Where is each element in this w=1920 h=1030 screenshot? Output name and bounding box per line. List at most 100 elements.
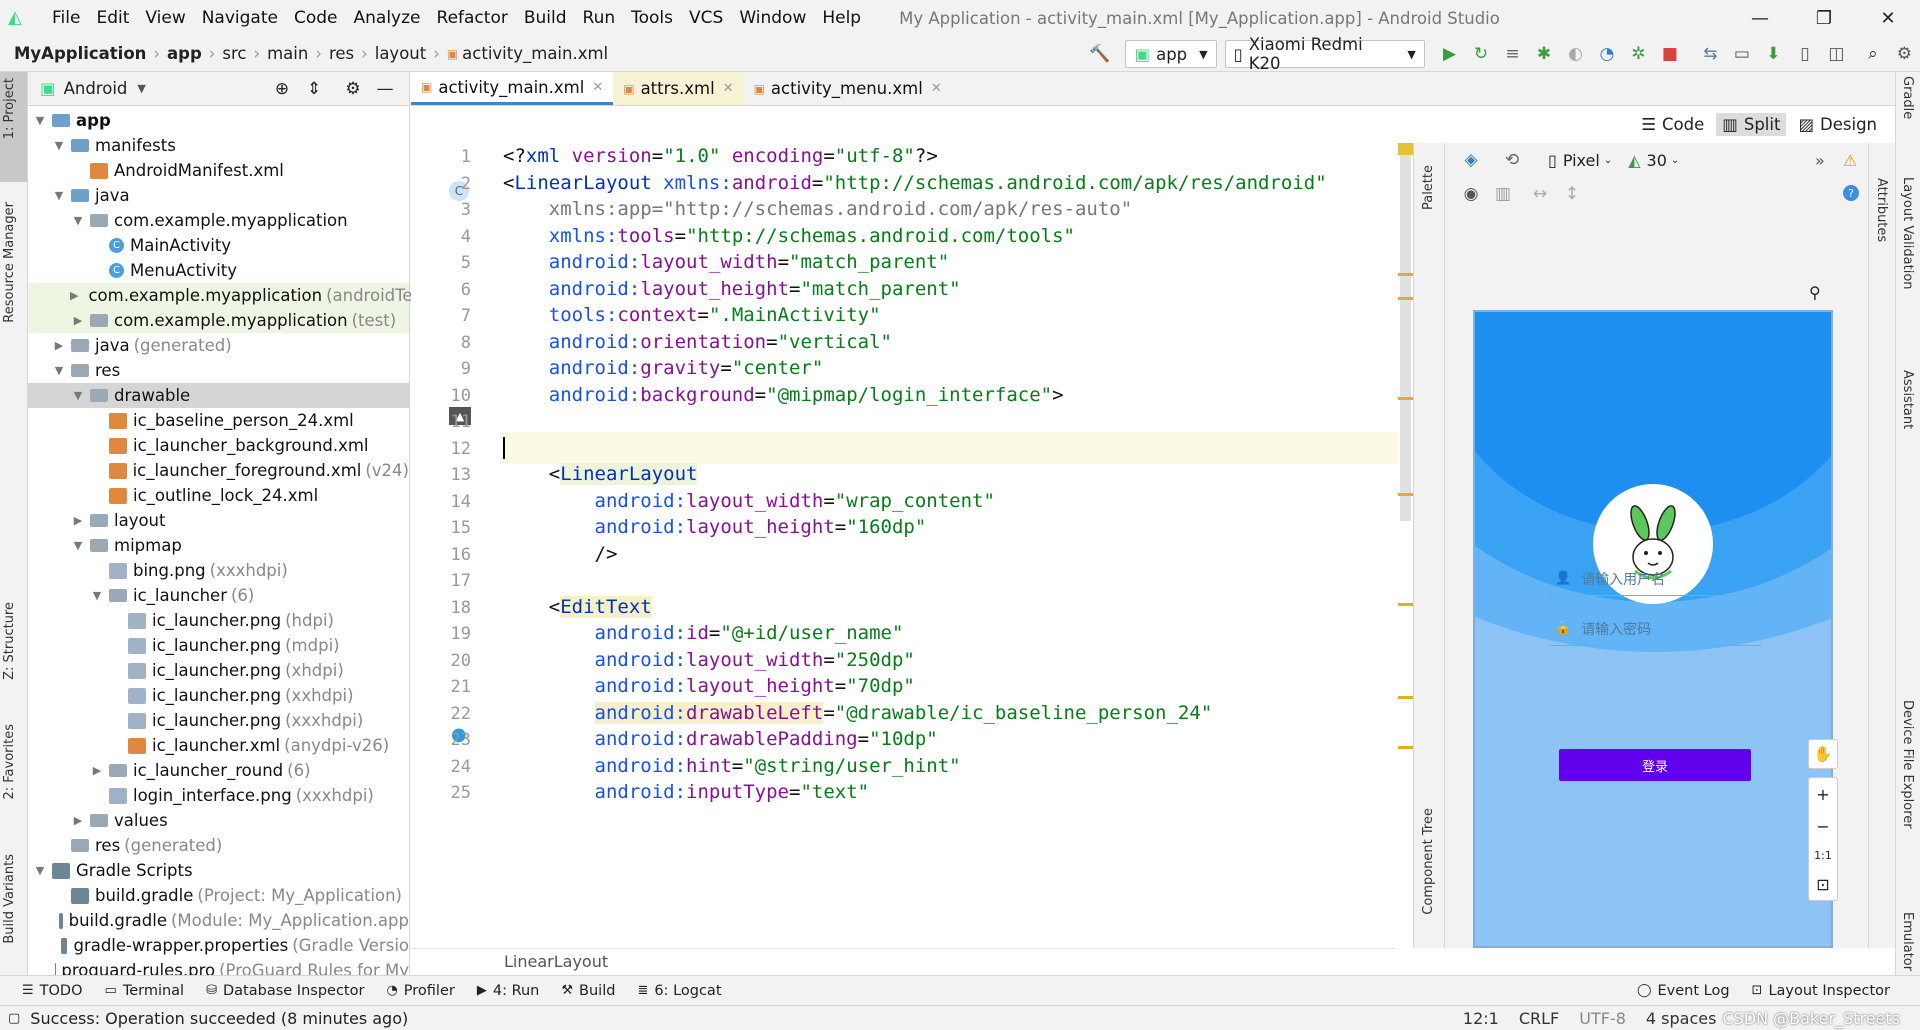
database-inspector-tool-button[interactable]: ⛁ Database Inspector [206,983,364,999]
password-field[interactable]: 🔒 请输入密码 [1549,612,1761,646]
tree-node[interactable]: build.gradle (Module: My_Application.app [28,908,409,933]
expand-arrow-icon[interactable]: ▶ [70,514,86,527]
code-mode-button[interactable]: ☰ Code [1635,113,1710,136]
component-tree-tool-button[interactable]: Component Tree [1421,808,1436,915]
close-icon[interactable]: ✕ [1856,0,1920,36]
tree-node[interactable]: ic_launcher_background.xml [28,433,409,458]
device-file-explorer-tool-button[interactable]: Device File Explorer [1900,700,1915,829]
expand-arrow-icon[interactable]: ▶ [70,289,78,302]
zoom-in-button[interactable]: + [1816,785,1829,804]
terminal-tool-button[interactable]: ▭ Terminal [105,983,185,999]
run-config-select[interactable]: ▣ app ▼ [1125,40,1217,68]
expand-arrow-icon[interactable]: ▼ [70,214,86,227]
code-line[interactable]: android:inputType="text" [503,776,1403,808]
pan-hand-button[interactable]: ✋ [1808,739,1838,769]
username-field[interactable]: 👤 请输入用户名 [1549,562,1761,596]
profiler-tool-button[interactable]: ◔ Profiler [386,983,454,999]
locate-icon[interactable]: ⊕ [271,78,293,100]
warning-icon[interactable]: ⚠ [1843,151,1857,170]
project-view-select[interactable]: Android [64,79,128,98]
sdk-manager-icon[interactable]: ⬇ [1763,43,1784,65]
menu-file[interactable]: File [44,8,88,28]
tree-node[interactable]: gradle-wrapper.properties (Gradle Versio [28,933,409,958]
expand-arrow-icon[interactable]: ▼ [51,364,67,377]
design-mode-button[interactable]: ▨ Design [1792,113,1883,136]
menu-code[interactable]: Code [286,8,346,28]
eye-icon[interactable]: ◉ [1460,183,1482,205]
device-select[interactable]: ▯ Pixel ⌄ [1548,151,1612,170]
api-select[interactable]: ◭ 30 ⌄ [1628,151,1679,170]
horizontal-resize-icon[interactable]: ↔ [1529,183,1551,205]
zoom-fit-icon[interactable]: ⊡ [1816,875,1829,894]
attach-debugger-icon[interactable]: ✲ [1628,43,1649,65]
expand-arrow-icon[interactable]: ▶ [51,339,67,352]
event-log-button[interactable]: ◯ Event Log [1637,983,1730,999]
build-variants-tool-button[interactable]: Build Variants [2,854,17,944]
menu-help[interactable]: Help [814,8,869,28]
status-icon[interactable]: ▢ [8,1011,20,1026]
tree-node[interactable]: ▼ manifests [28,133,409,158]
code-editor[interactable]: <?xml version="1.0" encoding="utf-8"?> <L… [503,143,1413,948]
tree-node[interactable]: ▶ ic_launcher_round (6) [28,758,409,783]
logcat-tool-button[interactable]: ≣ 6: Logcat [637,983,721,999]
file-encoding[interactable]: UTF-8 [1579,1009,1626,1028]
close-tab-icon[interactable]: ✕ [723,81,734,96]
editor-tab[interactable]: ▣ activity_menu.xml ✕ [744,72,952,105]
menu-tools[interactable]: Tools [623,8,681,28]
tree-node[interactable]: ▶ layout [28,508,409,533]
breadcrumb-item[interactable]: layout [375,44,426,63]
tree-node[interactable]: AndroidManifest.xml [28,158,409,183]
expand-arrow-icon[interactable]: ▼ [51,189,67,202]
expand-arrow-icon[interactable]: ▶ [70,314,86,327]
expand-arrow-icon[interactable]: ▼ [32,114,48,127]
gear-icon[interactable]: ⚙ [342,78,364,100]
menu-refactor[interactable]: Refactor [429,8,516,28]
vertical-resize-icon[interactable]: ↕ [1561,183,1583,205]
layers-icon[interactable]: ◈ [1460,149,1482,171]
breadcrumb-item[interactable]: src [222,44,246,63]
tree-node[interactable]: build.gradle (Project: My_Application) [28,883,409,908]
avd-manager-icon[interactable]: ▭ [1731,43,1752,65]
help-icon[interactable]: ? [1843,185,1859,201]
menu-window[interactable]: Window [731,8,814,28]
phone-preview[interactable]: 👤 请输入用户名 🔒 请输入密码 登录 [1473,310,1833,948]
attributes-tool-button[interactable]: Attributes [1874,178,1889,242]
run-icon[interactable]: ▶ [1439,43,1460,65]
menu-edit[interactable]: Edit [88,8,137,28]
tree-node[interactable]: ic_launcher.png (hdpi) [28,608,409,633]
expand-arrow-icon[interactable]: ▼ [89,589,105,602]
sync-project-icon[interactable]: ⇆ [1700,43,1721,65]
settings-icon[interactable]: ⚙ [1894,43,1915,65]
debug-icon[interactable]: ✱ [1533,43,1554,65]
expand-arrow-icon[interactable]: ▶ [70,814,86,827]
favorites-tool-button[interactable]: 2: Favorites [2,724,17,800]
breadcrumb-item[interactable]: MyApplication [14,44,146,63]
coverage-icon[interactable]: ◐ [1565,43,1586,65]
tree-node[interactable]: ▼ app [28,108,409,133]
editor-tab[interactable]: ▣ activity_main.xml ✕ [411,72,614,105]
expand-arrow-icon[interactable]: ▼ [70,389,86,402]
menu-run[interactable]: Run [575,8,624,28]
layout-inspector-button[interactable]: ⊡ Layout Inspector [1752,983,1890,999]
tree-node[interactable]: ▶ com.example.myapplication (test) [28,308,409,333]
hide-panel-icon[interactable]: — [374,78,396,100]
breadcrumb-item[interactable]: activity_main.xml [462,44,608,63]
breadcrumb-item[interactable]: res [329,44,354,63]
collapse-all-icon[interactable]: ⇕ [303,78,325,100]
more-icon[interactable]: » [1815,151,1825,170]
indent-setting[interactable]: 4 spaces [1646,1009,1717,1028]
editor-scrollbar[interactable] [1398,143,1413,948]
expand-arrow-icon[interactable]: ▼ [70,539,86,552]
tree-node[interactable]: ic_baseline_person_24.xml [28,408,409,433]
assistant-tool-button[interactable]: Assistant [1900,370,1915,429]
tree-node[interactable]: ▼ res [28,358,409,383]
minimize-icon[interactable]: — [1728,0,1792,36]
menu-view[interactable]: View [137,8,193,28]
tree-node[interactable]: ▼ com.example.myapplication [28,208,409,233]
palette-tool-button[interactable]: Palette [1421,165,1436,210]
emulator-tool-button[interactable]: Emulator [1900,912,1915,971]
structure-breadcrumb[interactable]: LinearLayout [411,948,1395,975]
menu-analyze[interactable]: Analyze [346,8,429,28]
chevron-down-icon[interactable]: ▼ [137,82,145,95]
tree-node[interactable]: ▼ drawable [28,383,409,408]
